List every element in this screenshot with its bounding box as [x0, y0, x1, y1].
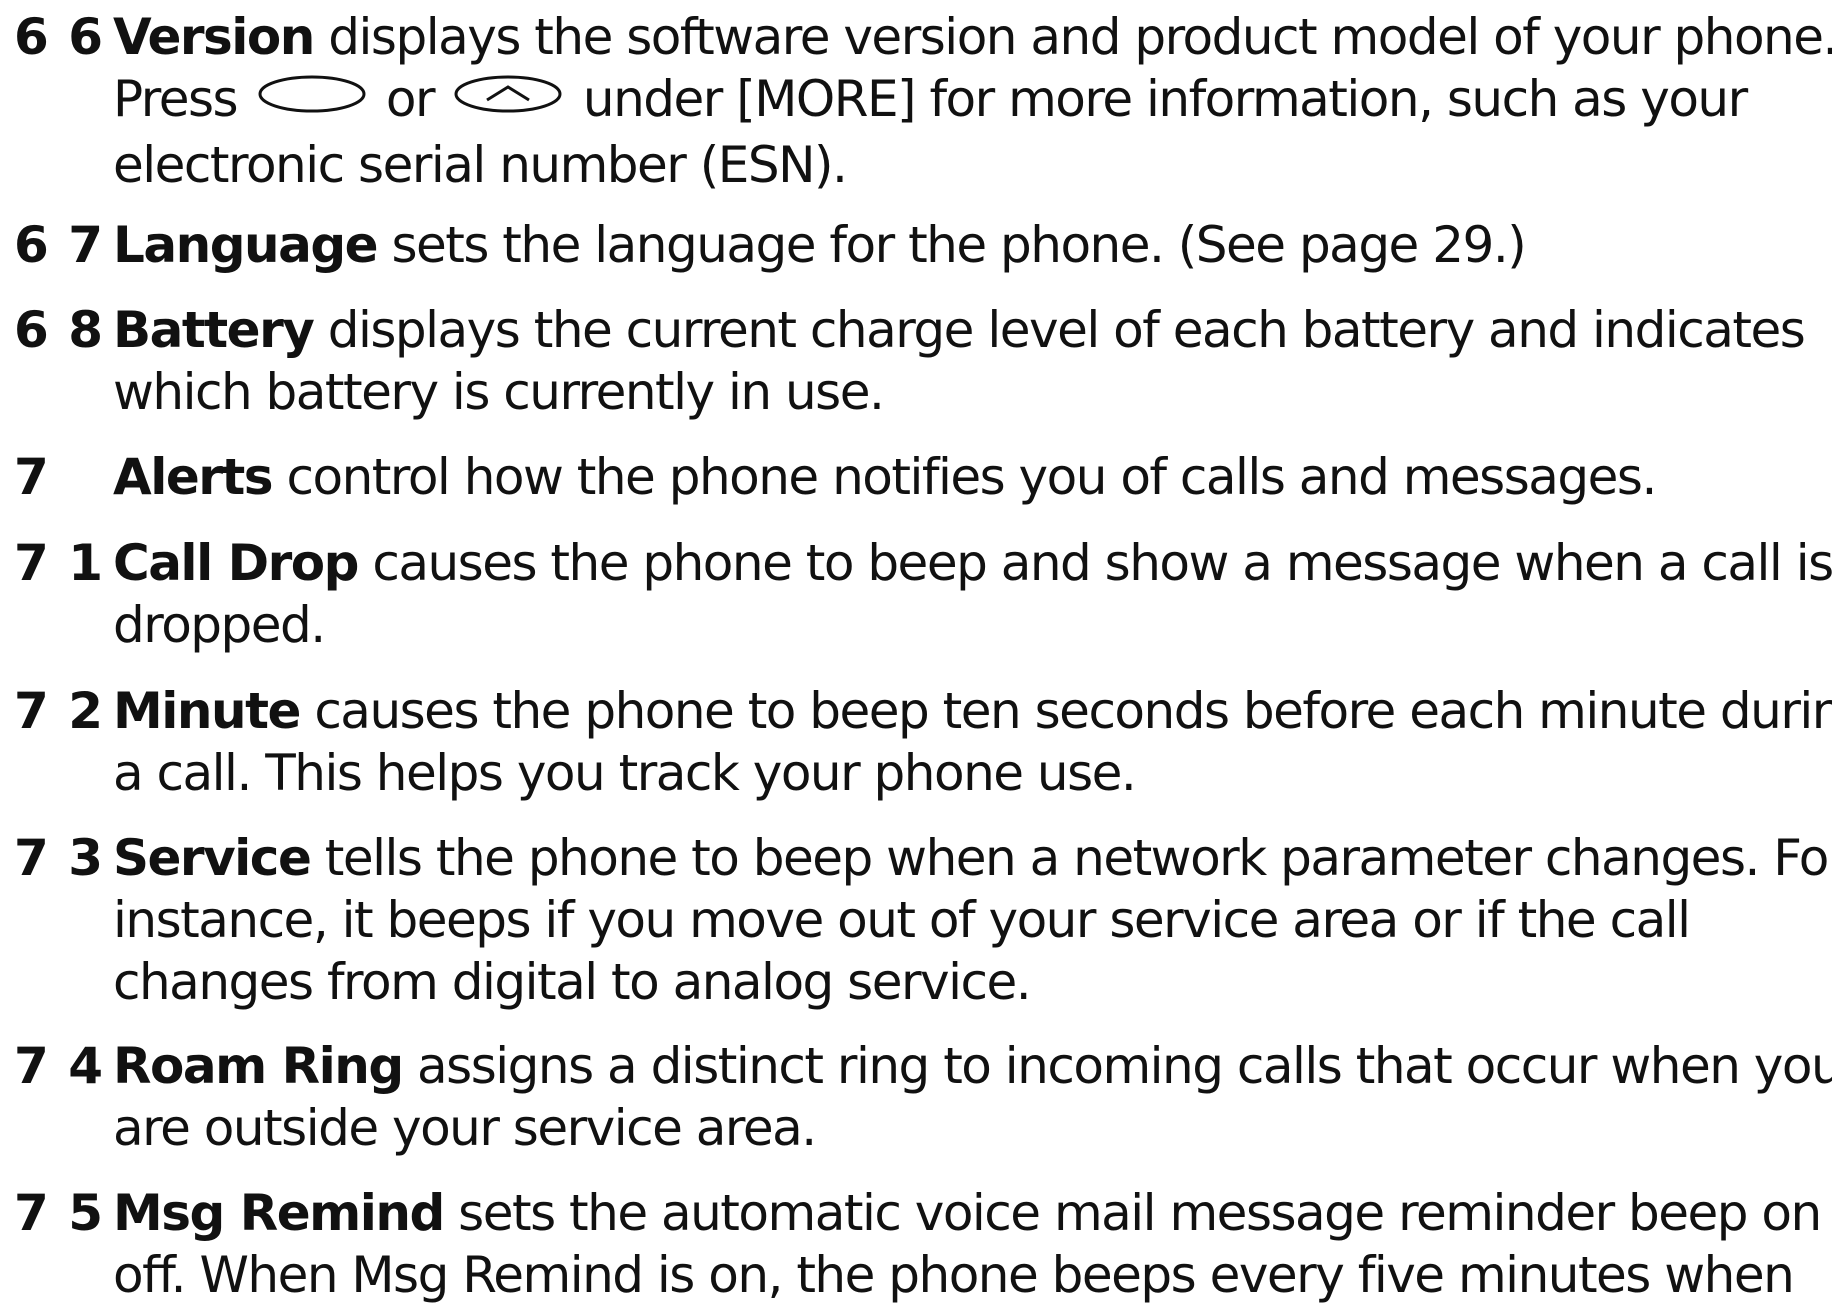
entry-body: Call Drop causes the phone to beep and s… — [113, 532, 1832, 656]
entry-text: sets the language for the phone. (See pa… — [391, 216, 1526, 274]
entry-line: are outside your service area. — [113, 1099, 817, 1157]
entry-line: off. When Msg Remind is on, the phone be… — [113, 1246, 1795, 1304]
entry-term: Alerts — [113, 448, 274, 506]
entry-body: Version displays the software version an… — [113, 6, 1832, 196]
entry-text: or — [385, 70, 436, 128]
entry-body: Battery displays the current charge leve… — [113, 299, 1828, 423]
entry-line: which battery is currently in use. — [113, 363, 885, 421]
entry-number: 6 8 — [14, 301, 104, 359]
entry-line: Version displays the software version an… — [113, 6, 1832, 68]
entry-line: Battery displays the current charge leve… — [113, 299, 1828, 361]
entry-line: Minute causes the phone to beep ten seco… — [113, 680, 1832, 742]
entry-text: causes the phone to beep ten seconds bef… — [314, 682, 1832, 740]
manual-page: 6 6 Version displays the software versio… — [0, 0, 1832, 1304]
entry-line: Roam Ring assigns a distinct ring to inc… — [113, 1035, 1832, 1097]
entry-number: 7 — [14, 448, 50, 506]
blank-soft-key-icon — [256, 68, 368, 130]
entry-text: sets the automatic voice mail message re… — [458, 1184, 1832, 1242]
entry-body: Minute causes the phone to beep ten seco… — [113, 680, 1832, 804]
entry-text: causes the phone to beep and show a mess… — [372, 534, 1832, 592]
entry-term: Call Drop — [113, 534, 359, 592]
entry-line: Call Drop causes the phone to beep and s… — [113, 532, 1832, 594]
entry-body: Language sets the language for the phone… — [113, 214, 1828, 276]
entry-line: a call. This helps you track your phone … — [113, 744, 1137, 802]
entry-line: electronic serial number (ESN). — [113, 135, 848, 194]
entry-term: Roam Ring — [113, 1037, 404, 1095]
entry-body: Alerts control how the phone notifies yo… — [113, 446, 1828, 508]
entry-term: Minute — [113, 682, 301, 740]
entry-term: Msg Remind — [113, 1184, 445, 1242]
entry-text: tells the phone to beep when a network p… — [324, 829, 1832, 887]
entry-body: Service tells the phone to beep when a n… — [113, 827, 1832, 1013]
entry-line: Alerts control how the phone notifies yo… — [113, 446, 1828, 508]
entry-line: dropped. — [113, 596, 326, 654]
entry-line: changes from digital to analog service. — [113, 953, 1032, 1011]
entry-term: Service — [113, 829, 312, 887]
entry-line: Service tells the phone to beep when a n… — [113, 827, 1832, 889]
entry-line: Msg Remind sets the automatic voice mail… — [113, 1182, 1832, 1244]
entry-text: under [MORE] for more information, such … — [582, 70, 1748, 128]
entry-number: 6 7 — [14, 216, 104, 274]
up-arrow-key-icon — [452, 68, 564, 130]
entry-number: 7 3 — [14, 829, 104, 887]
entry-text: control how the phone notifies you of ca… — [286, 448, 1657, 506]
entry-line: Language sets the language for the phone… — [113, 214, 1828, 276]
entry-line: instance, it beeps if you move out of yo… — [113, 891, 1691, 949]
entry-text: assigns a distinct ring to incoming call… — [417, 1037, 1832, 1095]
entry-number: 7 1 — [14, 534, 104, 592]
entry-number: 7 5 — [14, 1184, 104, 1242]
entry-text: displays the current charge level of eac… — [327, 301, 1806, 359]
entry-body: Msg Remind sets the automatic voice mail… — [113, 1182, 1832, 1306]
entry-number: 7 4 — [14, 1037, 104, 1095]
entry-number: 6 6 — [14, 8, 104, 66]
entry-term: Battery — [113, 301, 315, 359]
entry-text: displays the software version and produc… — [328, 8, 1832, 66]
entry-line: Press or under [MORE] for more informati… — [113, 68, 1828, 134]
entry-body: Roam Ring assigns a distinct ring to inc… — [113, 1035, 1832, 1159]
entry-term: Version — [113, 8, 315, 66]
entry-term: Language — [113, 216, 379, 274]
entry-number: 7 2 — [14, 682, 104, 740]
entry-text: Press — [113, 70, 239, 128]
